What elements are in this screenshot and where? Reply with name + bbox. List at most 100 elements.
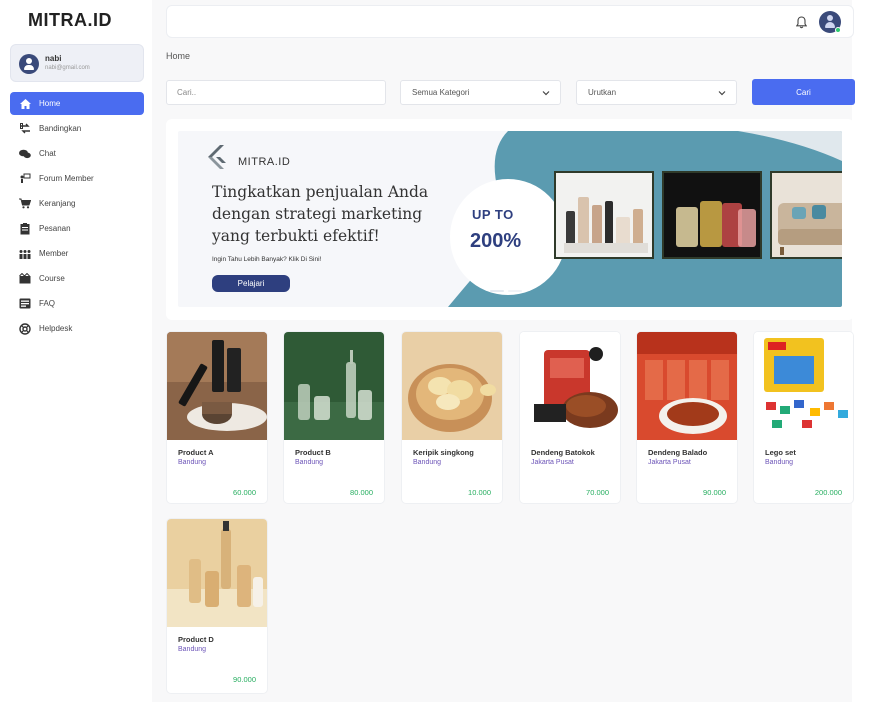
product-city: Bandung	[178, 646, 207, 653]
sidebar-item-course[interactable]: Course	[10, 267, 144, 290]
mitra-logo-icon	[208, 145, 226, 169]
sidebar: MITRA.ID nabi nabi@gmail.com Home Bandin…	[0, 0, 152, 702]
sidebar-item-label: Course	[39, 274, 65, 283]
product-card[interactable]: Product B Bandung 80.000	[283, 331, 385, 504]
sidebar-item-forum[interactable]: Forum Member	[10, 167, 144, 190]
product-name: Lego set	[765, 448, 796, 457]
promo-banner-card: MITRA.ID Tingkatkan penjualan Anda denga…	[166, 119, 854, 320]
product-image	[167, 332, 267, 440]
product-name: Product B	[295, 448, 331, 457]
banner-headline-line: Tingkatkan penjualan Anda	[212, 183, 429, 201]
carousel-dot[interactable]	[490, 290, 504, 292]
banner-subtext: Ingin Tahu Lebih Banyak? Klik Di Sini!	[212, 256, 322, 263]
promo-banner[interactable]: MITRA.ID Tingkatkan penjualan Anda denga…	[178, 131, 842, 307]
banner-headline-line: dengan strategi marketing	[212, 205, 423, 223]
banner-percent: 200%	[470, 230, 522, 252]
product-image	[167, 519, 267, 627]
product-name: Product D	[178, 635, 214, 644]
forum-icon	[19, 173, 31, 185]
product-image	[284, 332, 384, 440]
sidebar-nav: Home Bandingkan Chat Forum Member Keranj…	[10, 92, 144, 342]
banner-product-image-bottles	[554, 171, 654, 259]
sidebar-item-label: Helpdesk	[39, 324, 73, 333]
chat-icon	[19, 148, 31, 160]
banner-product-image-sofa	[770, 171, 842, 259]
product-city: Bandung	[295, 459, 324, 466]
user-avatar	[19, 54, 39, 74]
top-bar	[166, 5, 854, 38]
sidebar-item-keranjang[interactable]: Keranjang	[10, 192, 144, 215]
sidebar-item-faq[interactable]: FAQ	[10, 292, 144, 315]
product-card[interactable]: Dendeng Balado Jakarta Pusat 90.000	[636, 331, 738, 504]
product-price: 80.000	[350, 488, 373, 497]
sidebar-item-label: FAQ	[39, 299, 56, 308]
sidebar-item-label: Keranjang	[39, 199, 76, 208]
sort-select-value: Urutkan	[588, 88, 617, 97]
orders-icon	[19, 222, 31, 235]
sidebar-item-label: Forum Member	[39, 174, 94, 183]
sidebar-item-helpdesk[interactable]: Helpdesk	[10, 317, 144, 340]
product-card[interactable]: Lego set Bandung 200.000	[753, 331, 854, 504]
online-status-dot	[835, 27, 841, 33]
breadcrumb: Home	[166, 51, 191, 61]
user-card[interactable]: nabi nabi@gmail.com	[10, 44, 144, 82]
product-price: 70.000	[586, 488, 609, 497]
product-name: Dendeng Batokok	[531, 448, 595, 457]
banner-product-image-pouches	[662, 171, 762, 259]
app-root: MITRA.ID nabi nabi@gmail.com Home Bandin…	[0, 0, 890, 702]
product-price: 90.000	[233, 675, 256, 684]
product-image	[520, 332, 620, 440]
banner-headline-line: yang terbukti efektif!	[212, 227, 380, 245]
product-card[interactable]: Dendeng Batokok Jakarta Pusat 70.000	[519, 331, 621, 504]
cart-icon	[19, 198, 31, 210]
product-city: Bandung	[765, 459, 794, 466]
product-card[interactable]: Product D Bandung 90.000	[166, 518, 268, 694]
product-name: Dendeng Balado	[648, 448, 708, 457]
search-input[interactable]	[166, 80, 386, 105]
brand-logo[interactable]: MITRA.ID	[28, 10, 112, 31]
product-price: 200.000	[814, 488, 842, 497]
carousel-dot[interactable]	[508, 290, 522, 292]
banner-upto: UP TO	[472, 207, 514, 222]
helpdesk-icon	[19, 322, 31, 335]
sidebar-item-member[interactable]: Member	[10, 242, 144, 265]
chevron-down-icon	[718, 91, 726, 96]
sidebar-item-label: Bandingkan	[39, 124, 82, 133]
main-content: Home Semua Kategori Urutkan Cari	[152, 0, 855, 702]
sort-select[interactable]: Urutkan	[576, 80, 737, 105]
chevron-down-icon	[542, 91, 550, 96]
product-image	[637, 332, 737, 440]
product-image	[754, 332, 853, 440]
sidebar-item-label: Chat	[39, 149, 56, 158]
sidebar-item-chat[interactable]: Chat	[10, 142, 144, 165]
product-card[interactable]: Keripik singkong Bandung 10.000	[401, 331, 503, 504]
product-image	[402, 332, 502, 440]
product-card[interactable]: Product A Bandung 60.000	[166, 331, 268, 504]
banner-headline: Tingkatkan penjualan Anda dengan strateg…	[212, 181, 452, 247]
carousel-indicators	[490, 290, 526, 292]
compare-icon	[19, 123, 31, 135]
learn-more-button[interactable]: Pelajari	[212, 275, 290, 292]
sidebar-item-label: Pesanan	[39, 224, 71, 233]
sidebar-item-label: Member	[39, 249, 69, 258]
sidebar-item-pesanan[interactable]: Pesanan	[10, 217, 144, 240]
user-email: nabi@gmail.com	[45, 65, 90, 71]
sidebar-item-label: Home	[39, 99, 61, 108]
product-city: Bandung	[178, 459, 207, 466]
user-name: nabi	[45, 54, 62, 63]
category-select[interactable]: Semua Kategori	[400, 80, 561, 105]
faq-icon	[19, 298, 31, 310]
home-icon	[19, 98, 31, 110]
product-price: 60.000	[233, 488, 256, 497]
product-name: Keripik singkong	[413, 448, 474, 457]
product-city: Bandung	[413, 459, 442, 466]
category-select-value: Semua Kategori	[412, 88, 470, 97]
product-name: Product A	[178, 448, 214, 457]
sidebar-item-home[interactable]: Home	[10, 92, 144, 115]
bell-icon[interactable]	[795, 16, 808, 29]
product-city: Jakarta Pusat	[648, 459, 691, 466]
search-button[interactable]: Cari	[752, 79, 855, 105]
product-city: Jakarta Pusat	[531, 459, 574, 466]
product-price: 10.000	[468, 488, 491, 497]
sidebar-item-bandingkan[interactable]: Bandingkan	[10, 117, 144, 140]
